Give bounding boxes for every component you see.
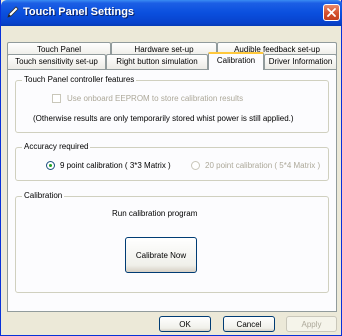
- eeprom-note: (Otherwise results are only temporarily …: [33, 114, 294, 123]
- tab-driver-information[interactable]: Driver Information: [264, 54, 337, 69]
- tab-calibration[interactable]: Calibration: [208, 52, 264, 70]
- cancel-button[interactable]: Cancel: [223, 316, 275, 332]
- calibration-prompt: Run calibration program: [112, 209, 198, 218]
- tab-touch-sensitivity[interactable]: Touch sensitivity set-up: [7, 54, 106, 69]
- calibrate-now-button[interactable]: Calibrate Now: [125, 237, 197, 273]
- accuracy-group: Accuracy required 9 point calibration ( …: [15, 142, 329, 181]
- radio-9-point-label: 9 point calibration ( 3*3 Matrix ): [60, 161, 171, 170]
- accuracy-label: Accuracy required: [22, 142, 91, 151]
- controller-features-label: Touch Panel controller features: [22, 75, 137, 84]
- calibration-tab-panel: Touch Panel controller features Use onbo…: [7, 69, 337, 312]
- pen-icon: [6, 5, 20, 19]
- ok-button[interactable]: OK: [159, 316, 211, 332]
- title-bar[interactable]: Touch Panel Settings: [1, 0, 342, 26]
- tab-right-button-simulation[interactable]: Right button simulation: [106, 54, 208, 69]
- apply-button[interactable]: Apply: [286, 316, 337, 332]
- calibration-group-label: Calibration: [22, 191, 65, 200]
- radio-20-point[interactable]: [191, 161, 200, 170]
- controller-features-group: Touch Panel controller features Use onbo…: [15, 75, 329, 133]
- close-icon: [327, 8, 336, 17]
- window-title: Touch Panel Settings: [23, 6, 135, 18]
- eeprom-checkbox-label: Use onboard EEPROM to store calibration …: [67, 94, 244, 103]
- eeprom-checkbox[interactable]: [52, 94, 61, 103]
- touch-panel-settings-window: Touch Panel Settings Touch Panel Hardwar…: [0, 0, 342, 336]
- radio-20-point-label: 20 point calibration ( 5*4 Matrix ): [205, 161, 321, 170]
- radio-9-point[interactable]: [46, 161, 55, 170]
- calibration-group: Calibration Run calibration program Cali…: [15, 191, 329, 293]
- close-button[interactable]: [323, 4, 340, 21]
- radio-selected-dot: [49, 164, 52, 167]
